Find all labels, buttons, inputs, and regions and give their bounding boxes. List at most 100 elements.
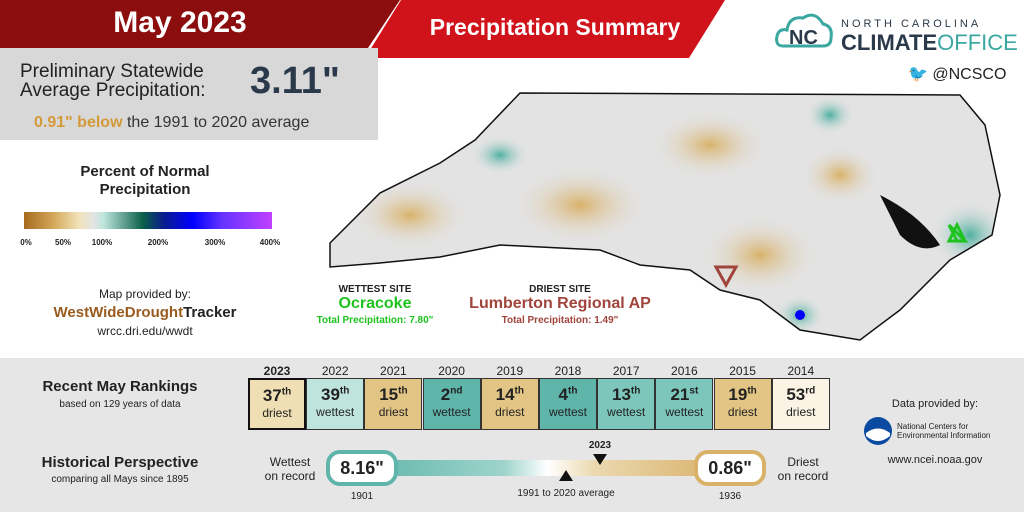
ranking-cell: 39th wettest bbox=[306, 378, 365, 430]
ranking-cell: 2nd wettest bbox=[422, 378, 481, 430]
legend-tick: 400% bbox=[259, 238, 281, 247]
ranking-number: 21st bbox=[670, 385, 699, 404]
wr1: Wettest bbox=[269, 455, 311, 469]
ranking-number: 53rd bbox=[786, 385, 816, 404]
ranking-year: 2018 bbox=[554, 364, 582, 378]
ranking-cell: 37th driest bbox=[248, 378, 306, 430]
anomaly-desc: the 1991 to 2020 average bbox=[126, 114, 310, 131]
dr1: Driest bbox=[787, 455, 819, 469]
driest-site: DRIEST SITE Lumberton Regional AP Total … bbox=[460, 284, 660, 326]
legend-title-1: Percent of Normal bbox=[80, 163, 210, 180]
ranking-type: driest bbox=[495, 405, 525, 419]
ranking-type: wettest bbox=[607, 405, 646, 419]
ranking-type: wettest bbox=[665, 405, 704, 419]
twitter-handle: 🐦 @NCSCO bbox=[908, 64, 1006, 84]
cloud-icon: NC bbox=[775, 13, 833, 49]
legend-tick: 0% bbox=[20, 238, 32, 247]
page-title: May 2023 bbox=[113, 6, 247, 39]
ncei-name: National Centers for Environmental Infor… bbox=[897, 422, 991, 440]
legend-title-2: Precipitation bbox=[99, 181, 191, 198]
history-gradient-bar bbox=[360, 460, 720, 476]
logo-office: OFFICE bbox=[937, 30, 1018, 55]
ranking-type: driest bbox=[262, 406, 292, 420]
ranking-type: wettest bbox=[432, 405, 471, 419]
ncei-url: www.ncei.noaa.gov bbox=[887, 454, 983, 466]
average-marker-icon bbox=[559, 470, 573, 481]
ranking-type: wettest bbox=[548, 405, 587, 419]
ranking-cell: 13th wettest bbox=[597, 378, 656, 430]
credit-url: wrcc.dri.edu/wwdt bbox=[97, 324, 193, 338]
ranking-year: 2023 bbox=[263, 364, 291, 378]
ranking-number: 15th bbox=[379, 385, 408, 404]
driest-record-label: Driest on record bbox=[768, 455, 838, 483]
ranking-type: driest bbox=[727, 405, 758, 419]
ranking-year: 2022 bbox=[321, 364, 349, 378]
svg-text:NC: NC bbox=[789, 27, 818, 49]
ranking-year: 2020 bbox=[438, 364, 465, 378]
anomaly-value: 0.91" below bbox=[34, 114, 123, 131]
ranking-cell: 21st wettest bbox=[655, 378, 714, 430]
current-marker-icon bbox=[593, 454, 607, 465]
wettest-record-label: Wettest on record bbox=[255, 455, 325, 483]
driest-total: Total Precipitation: 1.49" bbox=[501, 315, 619, 326]
legend-tick: 200% bbox=[147, 238, 169, 247]
driest-heading: DRIEST SITE bbox=[529, 284, 591, 295]
ncei-label: Data provided by: bbox=[891, 398, 979, 410]
ranking-year: 2019 bbox=[496, 364, 524, 378]
legend-title: Percent of Normal Precipitation bbox=[40, 163, 250, 199]
ranking-year: 2016 bbox=[671, 364, 698, 378]
wettest-total: Total Precipitation: 7.80" bbox=[316, 315, 434, 326]
ranking-cell: 53rd driest bbox=[771, 378, 830, 430]
driest-name: Lumberton Regional AP bbox=[469, 295, 651, 312]
average-label: Preliminary Statewide Average Precipitati… bbox=[20, 62, 206, 100]
wettest-name: Ocracoke bbox=[338, 295, 412, 312]
ranking-cell: 4th wettest bbox=[539, 378, 597, 430]
ranking-number: 14th bbox=[495, 385, 524, 404]
legend-tick: 300% bbox=[204, 238, 226, 247]
noaa-logo-icon bbox=[864, 417, 892, 445]
ranking-year: 2014 bbox=[787, 364, 815, 378]
ranking-number: 19th bbox=[728, 385, 757, 404]
average-label: 1991 to 2020 average bbox=[517, 488, 615, 499]
legend-tick: 100% bbox=[91, 238, 113, 247]
nc-climate-office-logo: NC NORTH CAROLINA CLIMATEOFFICE bbox=[775, 6, 1018, 56]
blue-dot bbox=[795, 310, 805, 320]
logo-climate: CLIMATE bbox=[841, 30, 938, 55]
wr2: on record bbox=[264, 469, 316, 483]
legend-tick: 50% bbox=[54, 238, 72, 247]
logo-line1: NORTH CAROLINA bbox=[841, 18, 982, 30]
legend-colorbar bbox=[24, 212, 272, 229]
ranking-number: 13th bbox=[612, 385, 641, 404]
ranking-number: 37th bbox=[262, 386, 292, 405]
credit-label: Map provided by: bbox=[98, 287, 192, 301]
history-title: Historical Perspective bbox=[41, 454, 199, 471]
ranking-cell: 19th driest bbox=[713, 378, 772, 430]
history-subtitle: comparing all Mays since 1895 bbox=[51, 474, 189, 485]
twitter-icon: 🐦 bbox=[908, 66, 928, 83]
driest-record-value: 0.86" bbox=[694, 450, 766, 486]
current-year-label: 2023 bbox=[588, 440, 612, 451]
average-label-1: Preliminary Statewide bbox=[20, 61, 204, 82]
wwdt-b: Tracker bbox=[183, 304, 237, 321]
rankings-subtitle: based on 129 years of data bbox=[59, 399, 181, 410]
ranking-type: driest bbox=[378, 405, 409, 419]
driest-year: 1936 bbox=[718, 491, 742, 502]
ranking-type: driest bbox=[786, 405, 816, 419]
ranking-number: 2nd bbox=[440, 385, 463, 404]
ranking-number: 4th bbox=[558, 385, 578, 404]
average-label-2: Average Precipitation: bbox=[20, 80, 206, 101]
twitter-text: @NCSCO bbox=[932, 66, 1007, 83]
wwdt-a: WestWideDrought bbox=[53, 304, 184, 321]
wettest-heading: WETTEST SITE bbox=[338, 284, 412, 295]
ncei-credit: Data provided by: National Centers for E… bbox=[855, 398, 1015, 466]
ranking-year: 2015 bbox=[729, 364, 756, 378]
anomaly-text: 0.91" below the 1991 to 2020 average bbox=[34, 114, 309, 132]
wwdt-logo: WestWideDroughtTracker bbox=[40, 304, 250, 321]
ranking-cell: 15th driest bbox=[364, 378, 423, 430]
wettest-site: WETTEST SITE Ocracoke Total Precipitatio… bbox=[310, 284, 440, 326]
ranking-number: 39th bbox=[321, 385, 350, 404]
ranking-cell: 14th driest bbox=[480, 378, 539, 430]
page-subtitle: Precipitation Summary bbox=[429, 14, 681, 40]
wettest-year: 1901 bbox=[350, 491, 374, 502]
rankings-title: Recent May Rankings bbox=[42, 378, 198, 395]
